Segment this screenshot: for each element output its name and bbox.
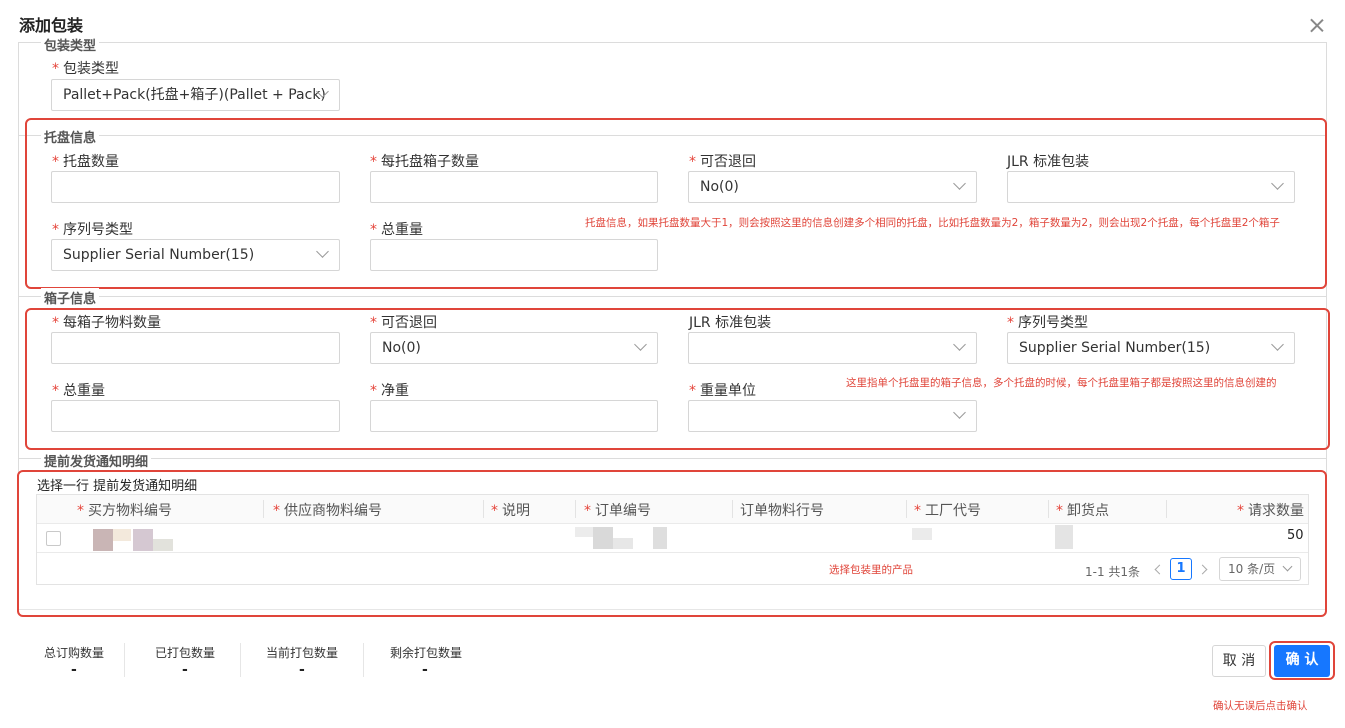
pallet-serial-type-label: * 序列号类型 xyxy=(52,222,133,238)
chevron-down-icon xyxy=(953,177,966,190)
close-icon[interactable] xyxy=(1307,16,1327,36)
buyer-part-no-cell xyxy=(113,529,131,541)
chevron-down-icon xyxy=(1271,338,1284,351)
box-returnable-select[interactable]: No(0) xyxy=(370,332,658,364)
chevron-down-icon xyxy=(634,338,647,351)
package-type-select[interactable]: Pallet+Pack(托盘+箱子)(Pallet + Pack) xyxy=(51,79,340,111)
asn-select-hint: 选择一行 提前发货通知明细 xyxy=(37,479,198,494)
dialog-title: 添加包装 xyxy=(19,16,84,35)
order-no-cell xyxy=(613,538,633,549)
stat-packed-value: - xyxy=(182,662,188,678)
buyer-part-no-cell xyxy=(93,529,113,551)
buyer-part-no-cell xyxy=(133,529,153,551)
col-buyer-part-no[interactable]: * 买方物料编号 xyxy=(77,500,172,520)
row-checkbox[interactable] xyxy=(46,531,61,546)
stat-remaining-value: - xyxy=(422,662,428,678)
order-no-cell xyxy=(653,527,667,549)
col-order-no[interactable]: * 订单编号 xyxy=(584,500,651,520)
pallet-returnable-label: * 可否退回 xyxy=(689,154,756,170)
box-net-weight-input[interactable] xyxy=(370,400,658,432)
pallet-annotation: 托盘信息，如果托盘数量大于1，则会按照这里的信息创建多个相同的托盘，比如托盘数量… xyxy=(585,217,1280,229)
unload-point-cell xyxy=(1055,525,1073,549)
stat-total-ordered-value: - xyxy=(71,662,77,678)
stat-divider xyxy=(124,643,125,677)
box-jlr-label: JLR 标准包装 xyxy=(689,315,772,331)
stat-current-label: 当前打包数量 xyxy=(266,646,339,660)
order-no-cell xyxy=(593,527,613,549)
stat-remaining-label: 剩余打包数量 xyxy=(390,646,463,660)
stat-total-ordered-label: 总订购数量 xyxy=(44,646,105,660)
chevron-down-icon xyxy=(316,245,329,258)
qty-per-box-label: * 每箱子物料数量 xyxy=(52,315,161,331)
buyer-part-no-cell xyxy=(153,539,173,551)
page-size-select[interactable]: 10 条/页 xyxy=(1219,557,1301,581)
col-description[interactable]: * 说明 xyxy=(491,500,530,520)
pagination-summary: 1-1 共1条 xyxy=(1085,565,1141,579)
column-divider xyxy=(1166,500,1167,518)
col-unload-point[interactable]: * 卸货点 xyxy=(1056,500,1109,520)
pallet-jlr-select[interactable] xyxy=(1007,171,1295,203)
column-divider xyxy=(483,500,484,518)
confirm-button[interactable]: 确 认 xyxy=(1274,645,1330,677)
stat-packed-label: 已打包数量 xyxy=(155,646,216,660)
box-serial-type-select[interactable]: Supplier Serial Number(15) xyxy=(1007,332,1295,364)
stat-current-value: - xyxy=(299,662,305,678)
weight-unit-select[interactable] xyxy=(688,400,977,432)
table-header xyxy=(37,495,1308,524)
order-no-cell xyxy=(575,527,593,537)
pallet-returnable-select[interactable]: No(0) xyxy=(688,171,977,203)
section-divider xyxy=(18,458,1327,459)
chevron-down-icon xyxy=(953,338,966,351)
table-row[interactable] xyxy=(37,524,1308,553)
box-serial-type-label: * 序列号类型 xyxy=(1007,315,1088,331)
package-type-label: * 包装类型 xyxy=(52,61,119,77)
box-gross-weight-label: * 总重量 xyxy=(52,383,105,399)
box-net-weight-label: * 净重 xyxy=(370,383,409,399)
boxes-per-pallet-label: * 每托盘箱子数量 xyxy=(370,154,479,170)
chevron-down-icon xyxy=(953,406,966,419)
section-title-package-type: 包装类型 xyxy=(41,35,100,54)
boxes-per-pallet-input[interactable] xyxy=(370,171,658,203)
box-jlr-select[interactable] xyxy=(688,332,977,364)
column-divider xyxy=(906,500,907,518)
confirm-annotation: 确认无误后点击确认 xyxy=(1213,700,1308,712)
col-plant-code[interactable]: * 工厂代号 xyxy=(914,500,981,520)
chevron-down-icon xyxy=(1271,177,1284,190)
weight-unit-label: * 重量单位 xyxy=(689,383,756,399)
stat-divider xyxy=(240,643,241,677)
chevron-down-icon xyxy=(1282,561,1293,572)
col-supplier-part-no[interactable]: * 供应商物料编号 xyxy=(273,500,382,520)
col-request-qty[interactable]: * 请求数量 xyxy=(1237,500,1304,520)
box-annotation: 这里指单个托盘里的箱子信息，多个托盘的时候，每个托盘里箱子都是按照这里的信息创建… xyxy=(846,377,1277,389)
pallet-jlr-label: JLR 标准包装 xyxy=(1007,154,1090,170)
column-divider xyxy=(732,500,733,518)
stat-divider xyxy=(363,643,364,677)
qty-per-box-input[interactable] xyxy=(51,332,340,364)
box-returnable-label: * 可否退回 xyxy=(370,315,437,331)
column-divider xyxy=(575,500,576,518)
section-title-box: 箱子信息 xyxy=(41,288,100,307)
cancel-button[interactable]: 取 消 xyxy=(1212,645,1266,677)
pallet-count-input[interactable] xyxy=(51,171,340,203)
pallet-count-label: * 托盘数量 xyxy=(52,154,119,170)
pallet-gross-weight-label: * 总重量 xyxy=(370,222,423,238)
request-qty-cell: 50 xyxy=(1287,528,1304,543)
box-gross-weight-input[interactable] xyxy=(51,400,340,432)
page-button-current[interactable]: 1 xyxy=(1170,558,1192,580)
section-title-asn: 提前发货通知明细 xyxy=(41,451,152,470)
pallet-serial-type-select[interactable]: Supplier Serial Number(15) xyxy=(51,239,340,271)
asn-annotation: 选择包装里的产品 xyxy=(829,564,913,576)
column-divider xyxy=(263,500,264,518)
col-order-line-no[interactable]: 订单物料行号 xyxy=(740,500,824,520)
section-divider xyxy=(18,296,1327,297)
pallet-gross-weight-input[interactable] xyxy=(370,239,658,271)
plant-code-cell xyxy=(912,528,932,540)
column-divider xyxy=(1048,500,1049,518)
